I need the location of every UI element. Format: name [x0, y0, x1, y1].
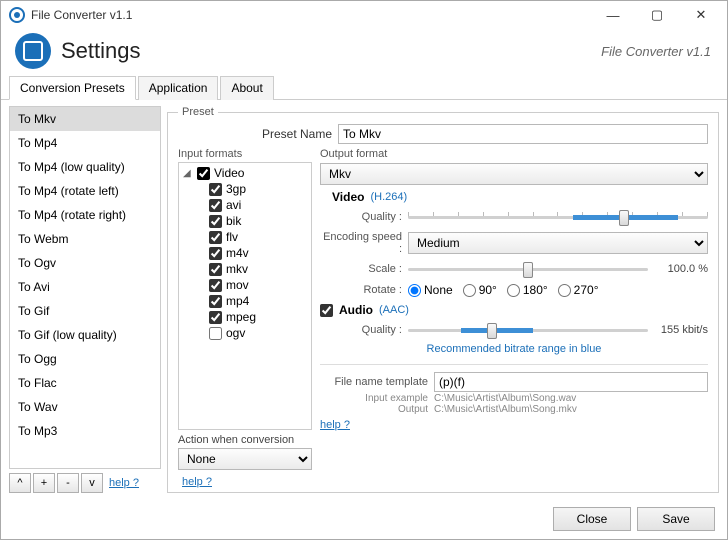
move-down-button[interactable]: v: [81, 473, 103, 493]
app-icon: [9, 7, 25, 23]
expander-icon[interactable]: ◢: [183, 168, 193, 179]
format-checkbox[interactable]: [209, 279, 222, 292]
preset-item[interactable]: To Gif (low quality): [10, 323, 160, 347]
preset-item[interactable]: To Mp4 (rotate right): [10, 203, 160, 227]
format-checkbox[interactable]: [209, 199, 222, 212]
close-window-button[interactable]: ✕: [679, 1, 723, 29]
preset-item[interactable]: To Gif: [10, 299, 160, 323]
video-section-title: Video: [332, 190, 364, 204]
format-checkbox[interactable]: [209, 247, 222, 260]
titlebar: File Converter v1.1 — ▢ ✕: [1, 1, 727, 29]
video-group-checkbox[interactable]: [197, 167, 210, 180]
format-checkbox[interactable]: [209, 215, 222, 228]
maximize-button[interactable]: ▢: [635, 1, 679, 29]
preset-list[interactable]: To Mkv To Mp4 To Mp4 (low quality) To Mp…: [9, 106, 161, 469]
preset-item[interactable]: To Wav: [10, 395, 160, 419]
encoding-speed-select[interactable]: Medium: [408, 232, 708, 254]
input-example-label: Input example: [320, 393, 428, 404]
move-up-button[interactable]: ^: [9, 473, 31, 493]
tab-about[interactable]: About: [220, 76, 273, 100]
rotate-label: Rotate :: [320, 284, 402, 296]
format-checkbox[interactable]: [209, 327, 222, 340]
file-template-label: File name template: [320, 376, 428, 388]
preset-item[interactable]: To Avi: [10, 275, 160, 299]
output-example-label: Output: [320, 404, 428, 415]
add-preset-button[interactable]: +: [33, 473, 55, 493]
rotate-180-radio[interactable]: 180°: [507, 283, 548, 297]
encoding-speed-label: Encoding speed :: [320, 231, 402, 255]
preset-name-label: Preset Name: [178, 127, 332, 141]
format-checkbox[interactable]: [209, 263, 222, 276]
format-checkbox[interactable]: [209, 183, 222, 196]
version-label: File Converter v1.1: [601, 44, 711, 59]
video-quality-label: Quality :: [320, 211, 402, 223]
preset-item[interactable]: To Mkv: [10, 107, 160, 131]
rotate-none-radio[interactable]: None: [408, 283, 453, 297]
tab-application[interactable]: Application: [138, 76, 219, 100]
tab-conversion-presets[interactable]: Conversion Presets: [9, 76, 136, 100]
bitrate-recommendation: Recommended bitrate range in blue: [320, 343, 708, 355]
preset-item[interactable]: To Mp4 (low quality): [10, 155, 160, 179]
file-template-help-link[interactable]: help ?: [320, 419, 350, 431]
audio-quality-label: Quality :: [320, 324, 402, 336]
file-template-input[interactable]: [434, 372, 708, 392]
rotate-270-radio[interactable]: 270°: [558, 283, 599, 297]
audio-codec-label: (AAC): [379, 304, 409, 316]
preset-item[interactable]: To Webm: [10, 227, 160, 251]
preset-fieldset: Preset Preset Name Input formats ◢Video …: [167, 106, 719, 493]
format-checkbox[interactable]: [209, 311, 222, 324]
preset-item[interactable]: To Mp4 (rotate left): [10, 179, 160, 203]
input-formats-tree[interactable]: ◢Video 3gp avi bik flv m4v mkv mov mp4 m…: [178, 162, 312, 430]
format-checkbox[interactable]: [209, 295, 222, 308]
audio-quality-slider[interactable]: [408, 321, 648, 339]
app-logo-icon: [15, 33, 51, 69]
input-example-value: C:\Music\Artist\Album\Song.wav: [434, 393, 576, 404]
window-title: File Converter v1.1: [31, 8, 132, 22]
preset-item[interactable]: To Mp4: [10, 131, 160, 155]
audio-enable-checkbox[interactable]: [320, 304, 333, 317]
tabs: Conversion Presets Application About: [1, 75, 727, 100]
preset-name-input[interactable]: [338, 124, 708, 144]
video-quality-slider[interactable]: [408, 208, 708, 226]
scale-value: 100.0 %: [654, 263, 708, 275]
input-formats-label: Input formats: [178, 148, 312, 160]
minimize-button[interactable]: —: [591, 1, 635, 29]
rotate-90-radio[interactable]: 90°: [463, 283, 497, 297]
save-button[interactable]: Save: [637, 507, 715, 531]
presets-help-link[interactable]: help ?: [109, 477, 139, 489]
audio-section-title: Audio: [339, 303, 373, 317]
output-format-label: Output format: [320, 148, 708, 160]
preset-item[interactable]: To Ogg: [10, 347, 160, 371]
preset-item[interactable]: To Ogv: [10, 251, 160, 275]
scale-label: Scale :: [320, 263, 402, 275]
action-select[interactable]: None: [178, 448, 312, 470]
close-button[interactable]: Close: [553, 507, 631, 531]
video-codec-label: (H.264): [370, 191, 407, 203]
header: Settings File Converter v1.1: [1, 29, 727, 75]
remove-preset-button[interactable]: -: [57, 473, 79, 493]
preset-legend: Preset: [178, 106, 218, 118]
output-format-select[interactable]: Mkv: [320, 163, 708, 185]
page-title: Settings: [61, 38, 141, 64]
scale-slider[interactable]: [408, 260, 648, 278]
preset-item[interactable]: To Flac: [10, 371, 160, 395]
audio-quality-value: 155 kbit/s: [654, 324, 708, 336]
action-label: Action when conversion: [178, 434, 312, 446]
input-formats-help-link[interactable]: help ?: [182, 476, 312, 488]
output-example-value: C:\Music\Artist\Album\Song.mkv: [434, 404, 577, 415]
format-checkbox[interactable]: [209, 231, 222, 244]
preset-item[interactable]: To Mp3: [10, 419, 160, 443]
